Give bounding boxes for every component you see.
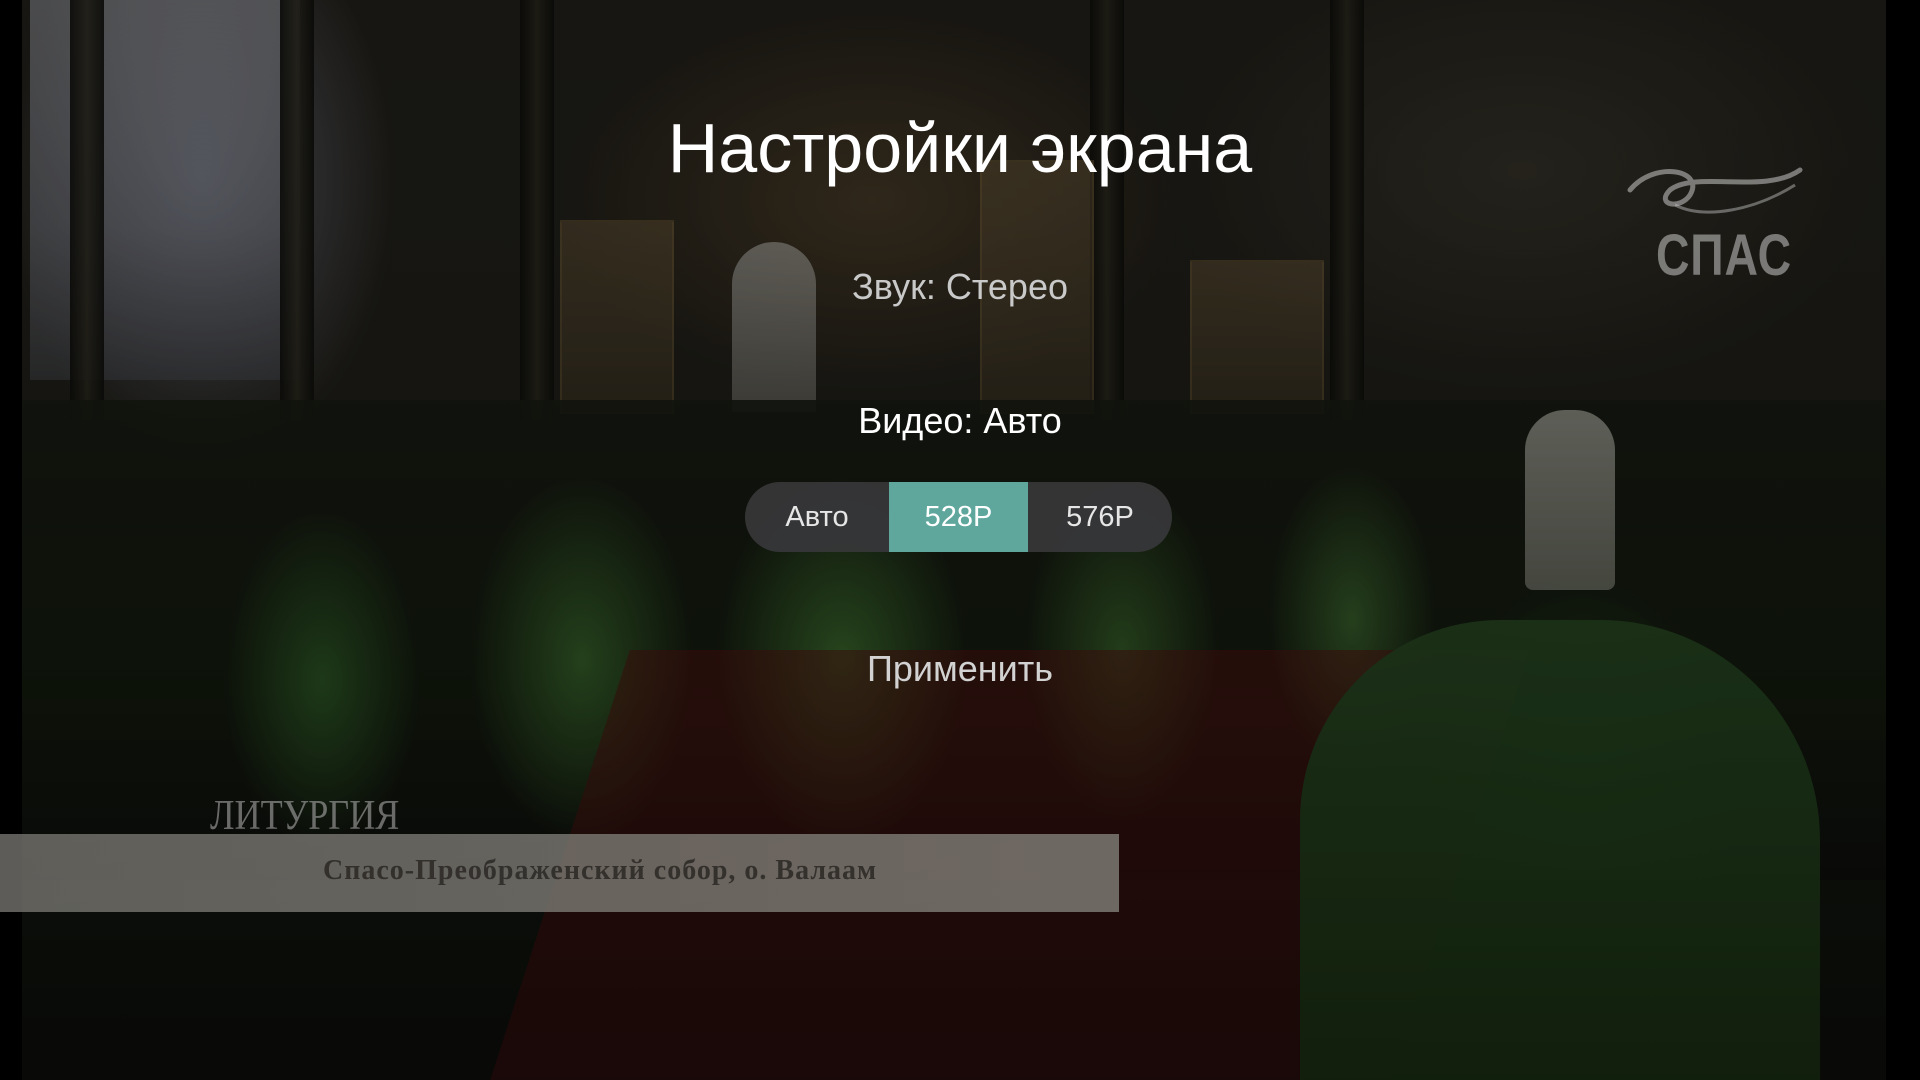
video-option-auto[interactable]: Авто (745, 482, 889, 552)
program-title: ЛИТУРГИЯ (210, 793, 400, 839)
sound-setting-item[interactable]: Звук: Стерео (0, 266, 1920, 308)
apply-button[interactable]: Применить (0, 648, 1920, 690)
video-quality-selector: Авто 528P 576P (745, 482, 1172, 552)
tv-screen: СПАС ЛИТУРГИЯ Спасо-Преображенский собор… (0, 0, 1920, 1080)
location-caption: Спасо-Преображенский собор, о. Валаам (323, 855, 878, 886)
video-option-528p[interactable]: 528P (889, 482, 1028, 552)
video-option-576p[interactable]: 576P (1028, 482, 1172, 552)
screen-settings-title: Настройки экрана (667, 109, 1253, 187)
video-setting-item[interactable]: Видео: Авто (0, 400, 1920, 442)
